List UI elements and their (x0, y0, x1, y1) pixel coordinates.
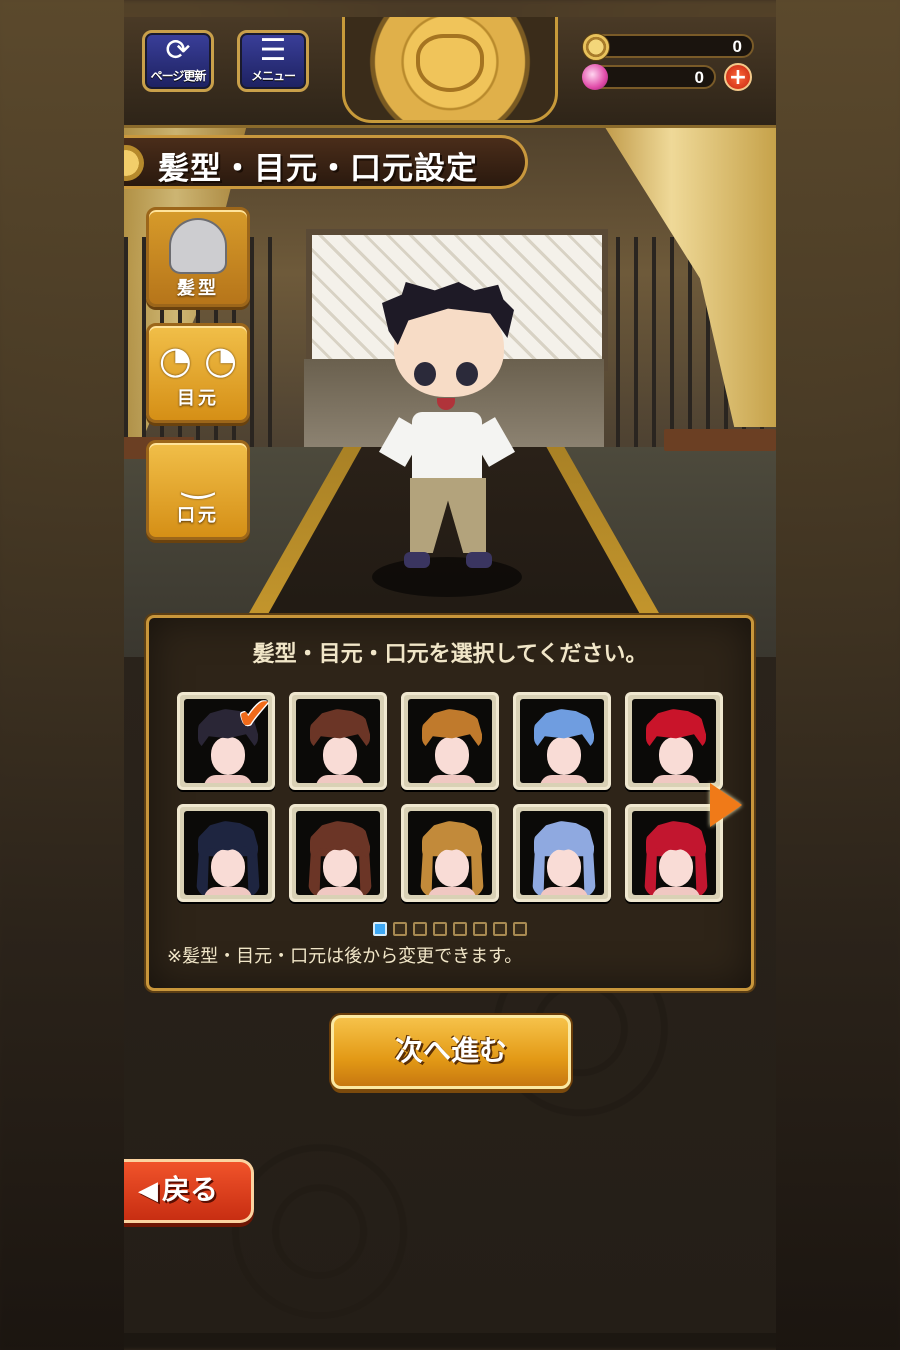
character-eye-right (456, 362, 478, 386)
preview-face (547, 849, 581, 887)
tab-mouth-label: 口元 (177, 505, 219, 526)
top-hud: ⟳ ページ更新 ☰ メニュー 0 0 + (124, 17, 776, 128)
preview-face (323, 737, 357, 775)
panel-note: ※髪型・目元・口元は後から変更できます。 (167, 946, 523, 967)
preview-body (652, 775, 700, 783)
refresh-icon: ⟳ (165, 33, 191, 68)
gem-counter: 0 (582, 64, 716, 90)
hairstyle-option[interactable] (401, 804, 499, 902)
tab-eyes[interactable]: ◔ ◔ 目元 (146, 323, 250, 423)
page-dot[interactable] (473, 921, 487, 936)
character-shirt (412, 412, 482, 482)
preview-body (316, 775, 364, 783)
menu-list-icon: ☰ (259, 33, 287, 68)
menu-label: メニュー (250, 69, 296, 83)
preview-face (435, 737, 469, 775)
hairstyle-option[interactable] (513, 692, 611, 790)
back-arrow-icon: ◀ (138, 1176, 158, 1206)
next-page-arrow[interactable] (710, 783, 742, 827)
eyes-icon: ◔ ◔ (158, 338, 238, 382)
emblem-icon (416, 33, 484, 92)
preview-body (652, 887, 700, 895)
preview-body (204, 775, 252, 783)
page-dot[interactable] (393, 921, 407, 936)
add-gems-button[interactable]: + (724, 63, 752, 91)
gem-icon (582, 64, 608, 90)
selected-check-icon: ✔ (236, 689, 273, 740)
title-coin-icon (124, 145, 144, 181)
preview-face (547, 737, 581, 775)
preview-body (540, 775, 588, 783)
hairstyle-preview (520, 699, 604, 783)
page-refresh-label: ページ更新 (150, 69, 207, 83)
page-title: 髪型・目元・口元設定 (158, 151, 478, 187)
preview-face (323, 849, 357, 887)
page-dot[interactable] (493, 921, 507, 936)
character-shoe-left (404, 552, 430, 568)
panel-prompt: 髪型・目元・口元を選択してください。 (252, 642, 648, 667)
page-dot[interactable] (433, 921, 447, 936)
preview-body (204, 887, 252, 895)
hairstyle-preview (632, 699, 716, 783)
mouth-icon: ‿ (182, 455, 214, 499)
preview-body (540, 887, 588, 895)
page-indicator (149, 918, 751, 937)
tab-eyes-label: 目元 (177, 388, 219, 409)
gem-value: 0 (694, 68, 704, 87)
tab-mouth[interactable]: ‿ 口元 (146, 440, 250, 540)
preview-face (435, 849, 469, 887)
hairstyle-preview (408, 699, 492, 783)
preview-face (211, 849, 245, 887)
tab-hair-label: 髪型 (177, 278, 219, 299)
hairstyle-option[interactable] (177, 804, 275, 902)
page-dot[interactable] (413, 921, 427, 936)
page-dot[interactable] (513, 921, 527, 936)
hairstyle-option[interactable] (513, 804, 611, 902)
preview-face (659, 737, 693, 775)
hairstyle-preview (520, 811, 604, 895)
character-shoe-right (466, 552, 492, 568)
character-eye-left (414, 362, 436, 386)
tab-hair[interactable]: 髪型 (146, 207, 250, 307)
preview-body (428, 887, 476, 895)
hairstyle-option[interactable] (289, 692, 387, 790)
character-pants (410, 478, 486, 553)
coin-value: 0 (732, 37, 742, 56)
hairstyle-option[interactable] (625, 692, 723, 790)
bench-right (664, 429, 776, 451)
page-dot[interactable] (453, 921, 467, 936)
page-dot[interactable] (373, 921, 387, 936)
preview-face (659, 849, 693, 887)
hairstyle-preview (296, 811, 380, 895)
game-screen: ⟳ ページ更新 ☰ メニュー 0 0 + 髪型・目元・口元設定 髪型 ◔ ◔ 目… (124, 17, 776, 1333)
back-button[interactable]: ◀ 戻る (124, 1159, 254, 1223)
page-refresh-button[interactable]: ⟳ ページ更新 (142, 30, 214, 92)
character-mouth (437, 398, 455, 410)
hairstyle-option[interactable]: ✔ (177, 689, 275, 790)
background-right (776, 0, 900, 1350)
preview-body (428, 775, 476, 783)
background-left (0, 0, 124, 1350)
hairstyle-preview (184, 811, 268, 895)
next-button[interactable]: 次へ進む (331, 1015, 571, 1089)
preview-body (316, 887, 364, 895)
menu-button[interactable]: ☰ メニュー (237, 30, 309, 92)
selection-panel: 髪型・目元・口元を選択してください。 ✔ ※髪型・目元・口元は後から変更できます… (146, 615, 754, 991)
hairstyle-option[interactable] (289, 804, 387, 902)
hairstyle-preview (632, 811, 716, 895)
title-banner: 髪型・目元・口元設定 (124, 135, 528, 189)
hair-icon (169, 218, 227, 274)
avatar-character (379, 282, 515, 582)
hairstyle-preview (296, 699, 380, 783)
hairstyle-preview (408, 811, 492, 895)
preview-face (211, 737, 245, 775)
back-label: 戻る (162, 1173, 219, 1206)
emblem (342, 17, 558, 123)
hairstyle-option[interactable] (401, 692, 499, 790)
hairstyle-option[interactable] (625, 804, 723, 902)
coin-icon (582, 33, 610, 61)
coin-counter: 0 (582, 33, 754, 61)
